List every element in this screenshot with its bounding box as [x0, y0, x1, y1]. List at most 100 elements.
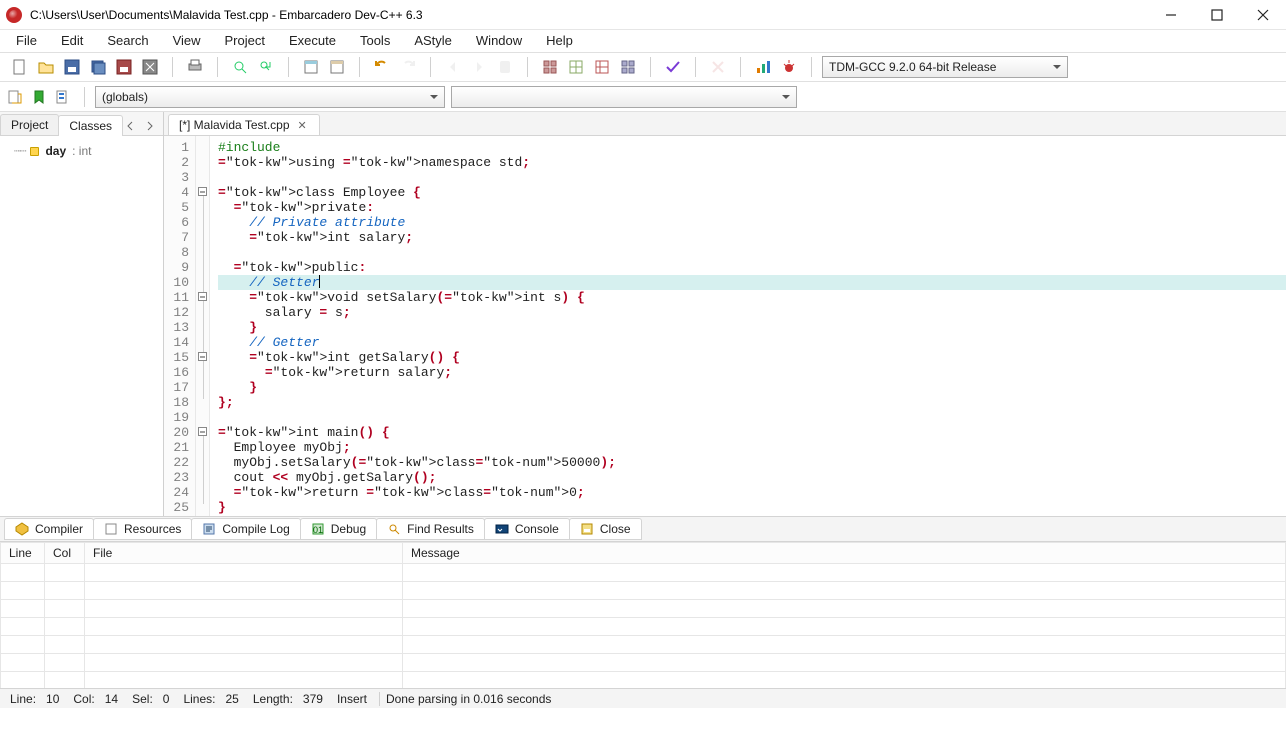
- col-message[interactable]: Message: [403, 543, 1286, 564]
- grid3-button[interactable]: [590, 55, 614, 79]
- class-browser-item-name: day: [45, 144, 66, 158]
- print-button[interactable]: [183, 55, 207, 79]
- minimize-button[interactable]: [1148, 0, 1194, 30]
- menu-tools[interactable]: Tools: [348, 30, 402, 52]
- col-col[interactable]: Col: [45, 543, 85, 564]
- code-line[interactable]: ="tok-kw">int getSalary() {: [218, 350, 1286, 365]
- col-file[interactable]: File: [85, 543, 403, 564]
- file-tab-close-icon[interactable]: ✕: [296, 119, 309, 132]
- code-line[interactable]: }: [218, 500, 1286, 515]
- sidebar-tab-prev[interactable]: [123, 117, 139, 135]
- status-message: Done parsing in 0.016 seconds: [382, 689, 1280, 708]
- undo-button[interactable]: [370, 55, 394, 79]
- titlebar: C:\Users\User\Documents\Malavida Test.cp…: [0, 0, 1286, 30]
- code-line[interactable]: ="tok-kw">int main() {: [218, 425, 1286, 440]
- redo-button[interactable]: [396, 55, 420, 79]
- goto-bookmark-button[interactable]: [52, 86, 74, 108]
- fold-toggle-icon[interactable]: [198, 292, 207, 301]
- code-line[interactable]: ="tok-kw">public:: [218, 260, 1286, 275]
- sidebar-tab-next[interactable]: [141, 117, 157, 135]
- code-line[interactable]: ="tok-kw">return ="tok-kw">class="tok-nu…: [218, 485, 1286, 500]
- menu-execute[interactable]: Execute: [277, 30, 348, 52]
- grid2-button[interactable]: [564, 55, 588, 79]
- code-line[interactable]: };: [218, 395, 1286, 410]
- file-tab[interactable]: [*] Malavida Test.cpp ✕: [168, 114, 320, 135]
- menu-project[interactable]: Project: [213, 30, 277, 52]
- table-row: [1, 582, 1286, 600]
- compiler-select[interactable]: TDM-GCC 9.2.0 64-bit Release: [822, 56, 1068, 78]
- menu-search[interactable]: Search: [95, 30, 160, 52]
- find-button[interactable]: [228, 55, 252, 79]
- code-line[interactable]: ="tok-kw">return salary;: [218, 365, 1286, 380]
- code-line[interactable]: Employee myObj;: [218, 440, 1286, 455]
- stop-button[interactable]: [706, 55, 730, 79]
- save-button[interactable]: [60, 55, 84, 79]
- code-line[interactable]: salary = s;: [218, 305, 1286, 320]
- fold-toggle-icon[interactable]: [198, 187, 207, 196]
- close-button[interactable]: [1240, 0, 1286, 30]
- grid4-button[interactable]: [616, 55, 640, 79]
- sidebar-tab-project[interactable]: Project: [0, 114, 59, 135]
- file-tab-label: [*] Malavida Test.cpp: [179, 118, 290, 132]
- close-file-button[interactable]: [138, 55, 162, 79]
- bookmark-toggle-button[interactable]: [493, 55, 517, 79]
- bookmark-prev-button[interactable]: [441, 55, 465, 79]
- compiler-table: Line Col File Message: [0, 542, 1286, 688]
- code-line[interactable]: // Getter: [218, 335, 1286, 350]
- tab-close[interactable]: Close: [569, 518, 642, 540]
- tab-console[interactable]: Console: [484, 518, 570, 540]
- code-line[interactable]: ="tok-kw">void setSalary(="tok-kw">int s…: [218, 290, 1286, 305]
- menu-edit[interactable]: Edit: [49, 30, 95, 52]
- code-line[interactable]: }: [218, 320, 1286, 335]
- grid1-button[interactable]: [538, 55, 562, 79]
- fold-toggle-icon[interactable]: [198, 352, 207, 361]
- col-line[interactable]: Line: [1, 543, 45, 564]
- save-all-button[interactable]: [86, 55, 110, 79]
- tab-find-results[interactable]: Find Results: [376, 518, 485, 540]
- compile-button[interactable]: [299, 55, 323, 79]
- code-line[interactable]: [218, 170, 1286, 185]
- debug-button[interactable]: [777, 55, 801, 79]
- class-browser: ┈┈ day : int: [0, 136, 163, 516]
- menu-astyle[interactable]: AStyle: [402, 30, 464, 52]
- code-line[interactable]: #include: [218, 140, 1286, 155]
- save-as-button[interactable]: [112, 55, 136, 79]
- fold-toggle-icon[interactable]: [198, 427, 207, 436]
- open-file-button[interactable]: [34, 55, 58, 79]
- insert-code-button[interactable]: [4, 86, 26, 108]
- insert-bookmark-button[interactable]: [28, 86, 50, 108]
- menu-view[interactable]: View: [161, 30, 213, 52]
- replace-button[interactable]: [254, 55, 278, 79]
- scope-select[interactable]: (globals): [95, 86, 445, 108]
- code-line[interactable]: // Private attribute: [218, 215, 1286, 230]
- tab-compile-log[interactable]: Compile Log: [191, 518, 300, 540]
- tab-compiler[interactable]: Compiler: [4, 518, 94, 540]
- code-line[interactable]: [218, 410, 1286, 425]
- window-title: C:\Users\User\Documents\Malavida Test.cp…: [30, 8, 1148, 22]
- tab-debug[interactable]: 01Debug: [300, 518, 377, 540]
- bookmark-next-button[interactable]: [467, 55, 491, 79]
- code-line[interactable]: }: [218, 380, 1286, 395]
- new-file-button[interactable]: [8, 55, 32, 79]
- code-line[interactable]: ="tok-kw">private:: [218, 200, 1286, 215]
- check-syntax-button[interactable]: [661, 55, 685, 79]
- symbol-select[interactable]: [451, 86, 797, 108]
- tab-resources[interactable]: Resources: [93, 518, 192, 540]
- code-line[interactable]: [218, 245, 1286, 260]
- menu-window[interactable]: Window: [464, 30, 534, 52]
- maximize-button[interactable]: [1194, 0, 1240, 30]
- profile-button[interactable]: [751, 55, 775, 79]
- status-sel-label: Sel:: [132, 692, 153, 706]
- menu-file[interactable]: File: [4, 30, 49, 52]
- code-line[interactable]: ="tok-kw">class Employee {: [218, 185, 1286, 200]
- sidebar-tab-classes[interactable]: Classes: [58, 115, 123, 136]
- code-line[interactable]: ="tok-kw">int salary;: [218, 230, 1286, 245]
- menu-help[interactable]: Help: [534, 30, 585, 52]
- code-line[interactable]: cout << myObj.getSalary();: [218, 470, 1286, 485]
- run-button[interactable]: [325, 55, 349, 79]
- code-editor[interactable]: 1234567891011121314151617181920212223242…: [164, 136, 1286, 516]
- code-line[interactable]: myObj.setSalary(="tok-kw">class="tok-num…: [218, 455, 1286, 470]
- class-browser-item[interactable]: ┈┈ day : int: [8, 144, 155, 158]
- code-line[interactable]: // Setter: [218, 275, 1286, 290]
- code-line[interactable]: ="tok-kw">using ="tok-kw">namespace std;: [218, 155, 1286, 170]
